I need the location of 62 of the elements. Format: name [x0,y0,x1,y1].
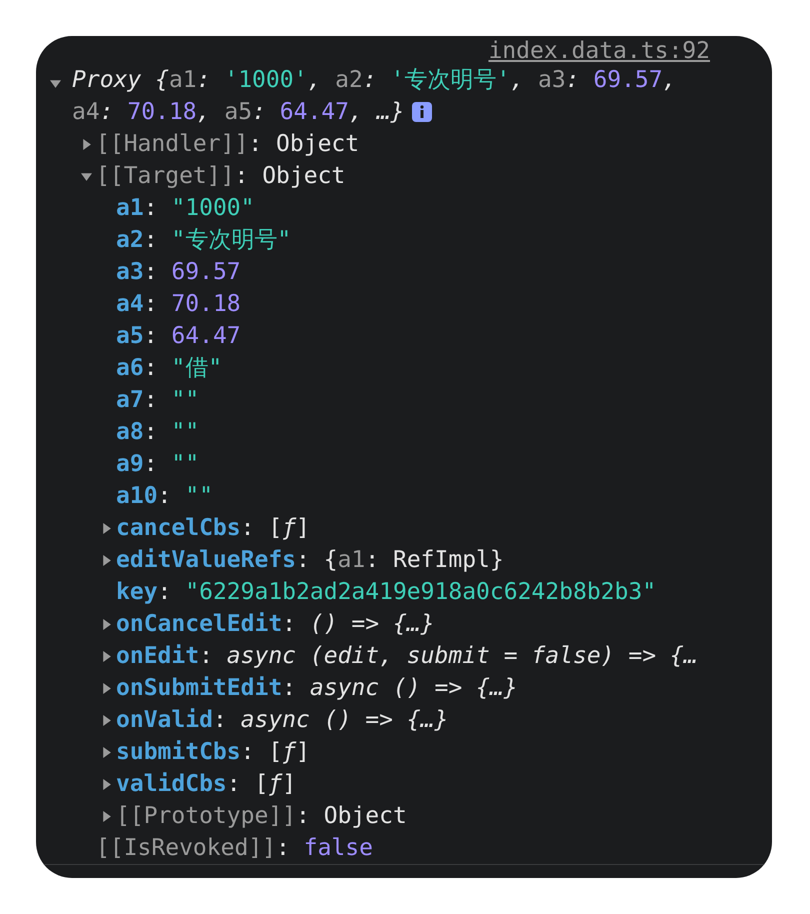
property-value: : [ƒ] [226,770,296,799]
property-value: : Object [248,130,360,159]
property-key: [[IsRevoked]] [96,832,276,864]
disclosure-triangle-icon[interactable] [80,170,92,182]
property-value: : "6229a1b2ad2a419e918a0c6242b8b2b3" [158,578,656,607]
disclosure-triangle-icon[interactable] [100,618,112,630]
disclosure-triangle-icon[interactable] [80,138,92,150]
property-key: a6 [116,352,144,384]
property-key: a2 [116,224,144,256]
property-value: : async () => {…} [212,706,448,735]
source-link[interactable]: index.data.ts:92 [488,38,710,64]
property-value: : "1000" [144,194,254,223]
property-key: a8 [116,416,144,448]
property-key[interactable]: validCbs [116,768,227,800]
disclosure-triangle-icon[interactable] [100,682,112,694]
disclosure-triangle-icon[interactable] [100,778,112,790]
property-value: : Object [234,162,346,191]
property-key[interactable]: cancelCbs [116,512,241,544]
property-value: : false [276,834,373,863]
property-value: : "借" [144,354,222,383]
property-key: a3 [116,256,144,288]
property-value: : async () => {…} [282,674,518,703]
property-key: a4 [116,288,144,320]
property-value: : "" [144,386,200,415]
disclosure-triangle-icon[interactable] [100,714,112,726]
object-preview: a4: 70.18, a5: 64.47, …} [72,98,404,127]
property-value: : "" [158,482,213,511]
disclosure-triangle-icon[interactable] [100,650,112,662]
object-preview: Proxy {a1: '1000', a2: '专次明号', a3: 69.57, [72,66,678,95]
property-key: a10 [116,480,158,512]
property-value: : {a1: RefImpl} [296,546,504,575]
disclosure-triangle-icon[interactable] [50,78,61,89]
property-value: : 64.47 [144,322,241,351]
property-value: : () => {…} [282,610,434,639]
info-icon[interactable] [412,102,432,122]
property-value: : 70.18 [144,290,241,319]
property-key[interactable]: [[Prototype]] [116,800,296,832]
disclosure-triangle-icon[interactable] [100,746,112,758]
property-key[interactable]: submitCbs [116,736,241,768]
property-key[interactable]: onValid [116,704,213,736]
property-key: a9 [116,448,144,480]
property-key[interactable]: [[Target]] [96,160,234,192]
property-key[interactable]: onSubmitEdit [116,672,282,704]
property-value: : [ƒ] [240,514,310,543]
property-value: : "" [144,418,200,447]
property-value: : async (edit, submit = false) => {… [199,642,698,671]
property-key[interactable]: onEdit [116,640,200,672]
property-key: a7 [116,384,144,416]
property-value: : "" [144,450,200,479]
property-key: a1 [116,192,144,224]
property-key[interactable]: [[Handler]] [96,128,248,160]
property-value: : [ƒ] [240,738,310,767]
disclosure-triangle-icon[interactable] [100,554,112,566]
disclosure-triangle-icon[interactable] [100,522,112,534]
property-value: : "专次明号" [144,226,292,255]
property-key: key [116,576,158,608]
property-value: : Object [296,802,407,831]
property-key[interactable]: onCancelEdit [116,608,282,640]
property-value: : 69.57 [144,258,241,287]
disclosure-triangle-icon[interactable] [100,810,112,822]
property-key[interactable]: editValueRefs [116,544,296,576]
property-key: a5 [116,320,144,352]
